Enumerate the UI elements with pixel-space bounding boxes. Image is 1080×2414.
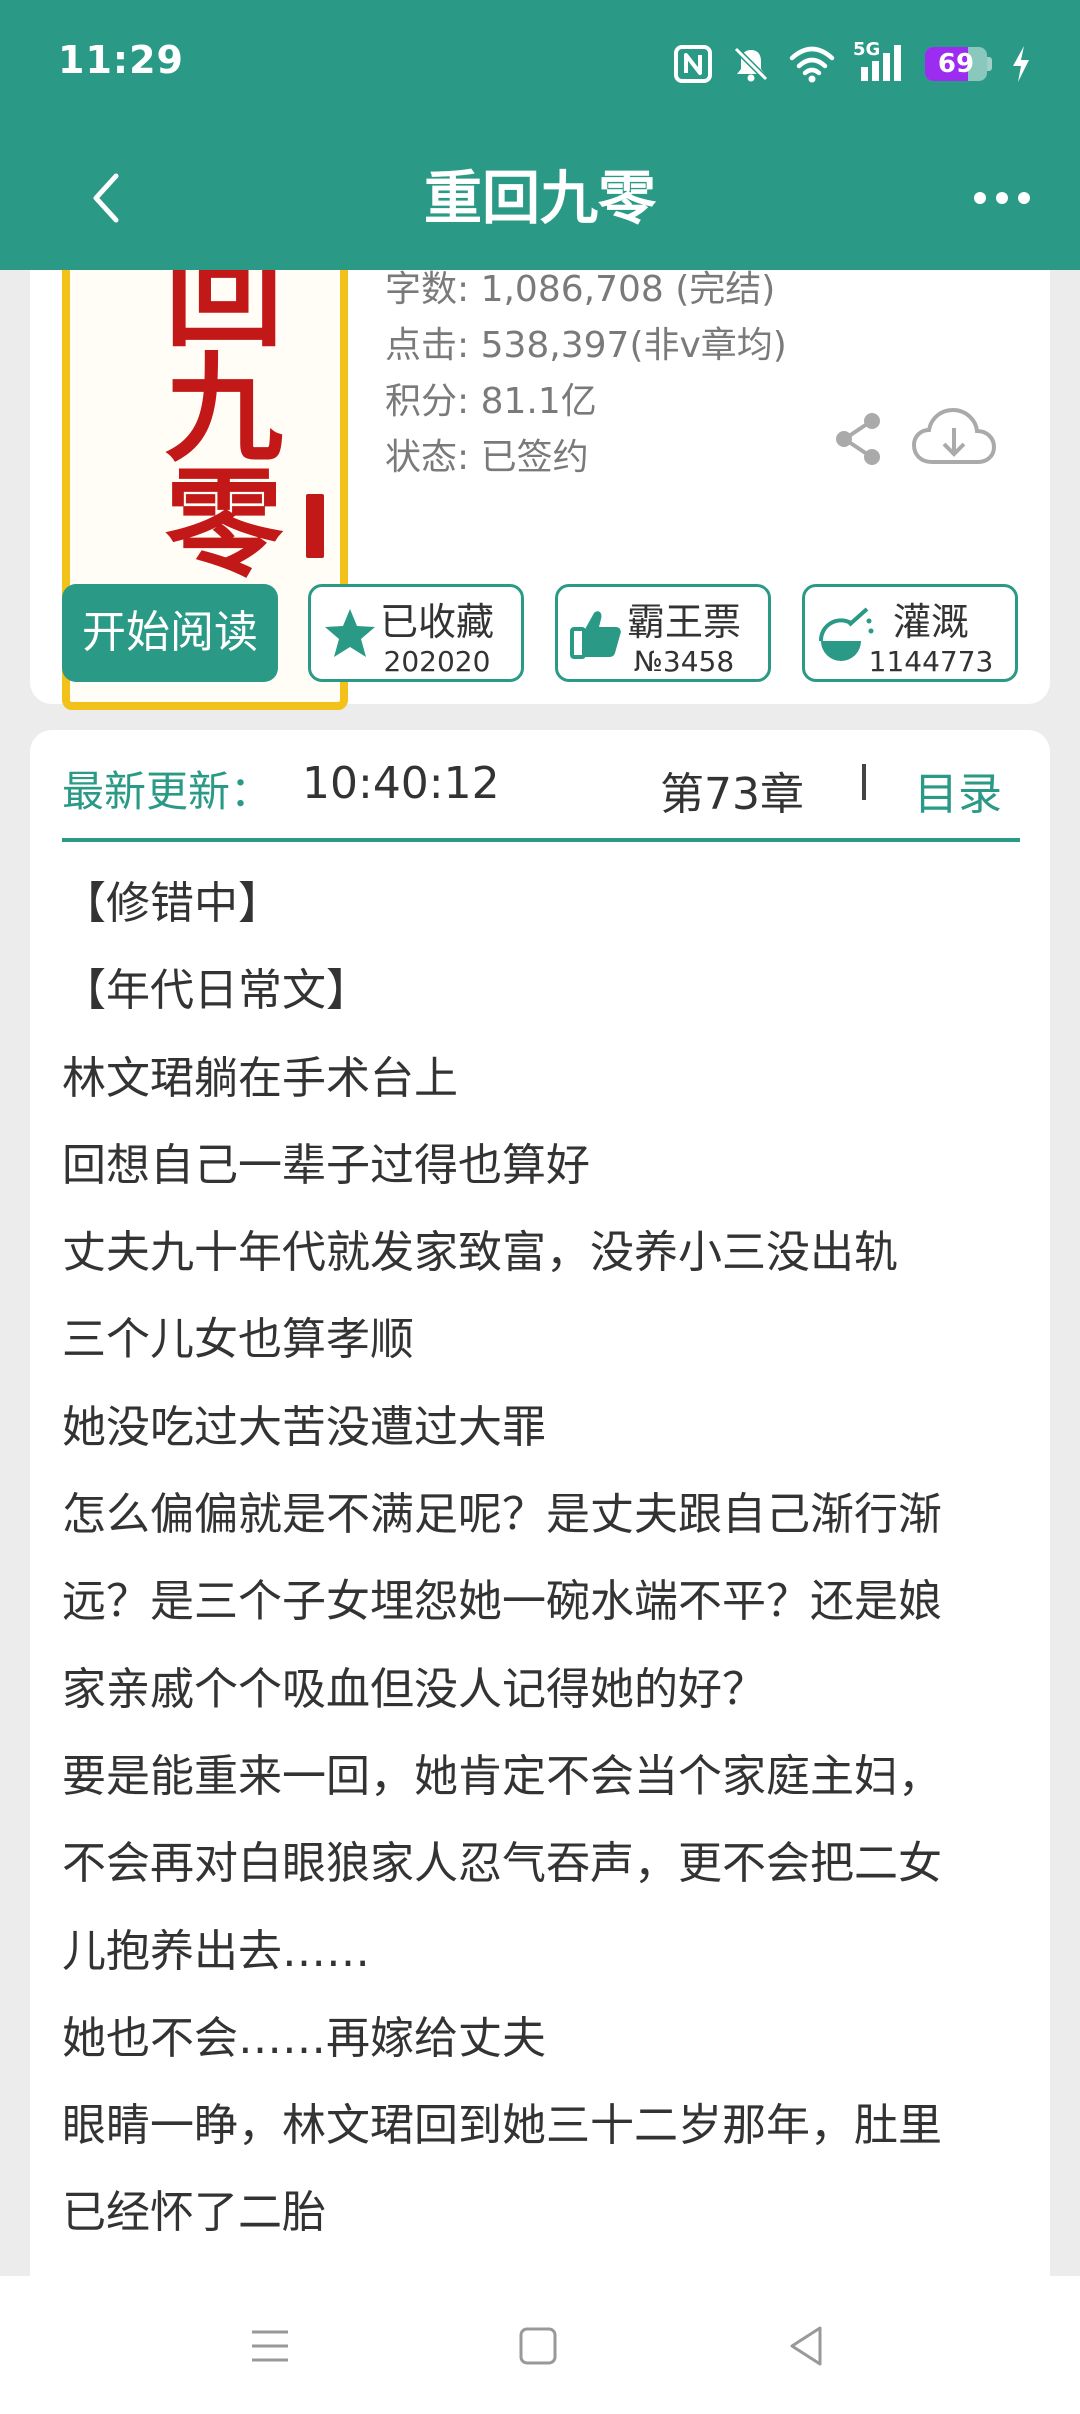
battery-icon: 69 bbox=[925, 47, 992, 81]
favorite-button[interactable]: 已收藏 202020 bbox=[308, 584, 524, 682]
synopsis-line: 不会再对白眼狼家人忍气吞声，更不会把二女 bbox=[62, 1838, 942, 1890]
table-of-contents-link[interactable]: 目录 bbox=[914, 758, 1002, 822]
battery-body: 69 bbox=[925, 47, 987, 81]
synopsis-line: 要是能重来一回，她肯定不会当个家庭主妇， bbox=[62, 1750, 942, 1802]
synopsis-line: 三个儿女也算孝顺 bbox=[62, 1314, 414, 1366]
charging-bolt-icon bbox=[1013, 46, 1029, 82]
ticket-button[interactable]: 霸王票 №3458 bbox=[555, 584, 771, 682]
signal-icon: 5G bbox=[853, 39, 907, 85]
irrigate-label: 灌溉 bbox=[892, 600, 969, 644]
status-icons: 5G 69 bbox=[673, 36, 1032, 92]
update-underline bbox=[62, 838, 1020, 842]
synopsis-line: 眼睛一睁，林文珺回到她三十二岁那年，肚里 bbox=[62, 2100, 942, 2152]
nfc-icon bbox=[674, 45, 712, 83]
latest-update-time[interactable]: 10:40:12 bbox=[302, 758, 500, 809]
favorite-count: 202020 bbox=[383, 645, 491, 678]
meta-score: 积分: 81.1亿 bbox=[385, 381, 597, 422]
menu-lines-icon[interactable] bbox=[244, 2320, 296, 2372]
cover-seal bbox=[306, 494, 324, 558]
synopsis-line: 丈夫九十年代就发家致富，没养小三没出轨 bbox=[62, 1227, 898, 1279]
meta-clicks: 点击: 538,397(非v章均) bbox=[385, 325, 787, 366]
cloud-download-icon[interactable] bbox=[910, 400, 998, 476]
irrigate-button[interactable]: 灌溉 1144773 bbox=[802, 584, 1018, 682]
synopsis-line: 【修错中】 bbox=[62, 878, 282, 929]
synopsis-line: 怎么偏偏就是不满足呢？是丈夫跟自己渐行渐 bbox=[62, 1489, 942, 1541]
synopsis-line: 她也不会……再嫁给丈夫 bbox=[62, 2012, 546, 2064]
latest-chapter-link[interactable]: 第73章 bbox=[660, 758, 804, 822]
bell-muted-icon bbox=[733, 46, 769, 82]
synopsis-line: 她没吃过大苦没遭过大罪 bbox=[62, 1401, 546, 1453]
share-icon[interactable] bbox=[830, 410, 888, 468]
ticket-count: №3458 bbox=[633, 645, 735, 678]
meta-status: 状态: 已签约 bbox=[385, 437, 589, 478]
cover-char-3: 零 bbox=[165, 454, 284, 593]
battery-level: 69 bbox=[937, 49, 975, 79]
system-nav-bar bbox=[0, 2276, 1080, 2414]
status-bar: 11:29 5G 69 bbox=[0, 0, 1080, 130]
ticket-label: 霸王票 bbox=[626, 600, 741, 644]
page-header: 重回九零 bbox=[0, 130, 1080, 270]
synopsis-card: 最新更新： 10:40:12 第73章 目录 【修错中】【年代日常文】林文珺躺在… bbox=[30, 730, 1050, 2290]
top-app-bar: 11:29 5G 69 重回九零 bbox=[0, 0, 1080, 270]
synopsis-line: 林文珺躺在手术台上 bbox=[62, 1052, 458, 1104]
divider bbox=[862, 764, 866, 800]
synopsis-line: 远？是三个子女埋怨她一碗水端不平？还是娘 bbox=[62, 1576, 942, 1628]
synopsis-text: 【修错中】【年代日常文】林文珺躺在手术台上回想自己一辈子过得也算好丈夫九十年代就… bbox=[62, 860, 1032, 2257]
wifi-icon bbox=[789, 46, 835, 83]
triangle-back-icon[interactable] bbox=[780, 2320, 832, 2372]
more-dots-icon[interactable] bbox=[964, 160, 1040, 236]
start-reading-button[interactable]: 开始阅读 bbox=[62, 584, 278, 682]
synopsis-line: 【年代日常文】 bbox=[62, 965, 370, 1017]
page-title: 重回九零 bbox=[423, 164, 656, 232]
synopsis-line: 儿抱养出去…… bbox=[62, 1925, 370, 1977]
synopsis-line: 已经怀了二胎 bbox=[62, 2187, 326, 2239]
irrigate-count: 1144773 bbox=[868, 645, 994, 678]
square-home-icon[interactable] bbox=[512, 2320, 564, 2372]
synopsis-line: 回想自己一辈子过得也算好 bbox=[62, 1139, 590, 1191]
status-time: 11:29 bbox=[58, 38, 184, 82]
synopsis-line: 家亲戚个个吸血但没人记得她的好？ bbox=[62, 1663, 766, 1715]
latest-update-label: 最新更新： bbox=[62, 767, 273, 816]
favorite-label: 已收藏 bbox=[379, 600, 494, 644]
battery-tip bbox=[987, 57, 992, 71]
